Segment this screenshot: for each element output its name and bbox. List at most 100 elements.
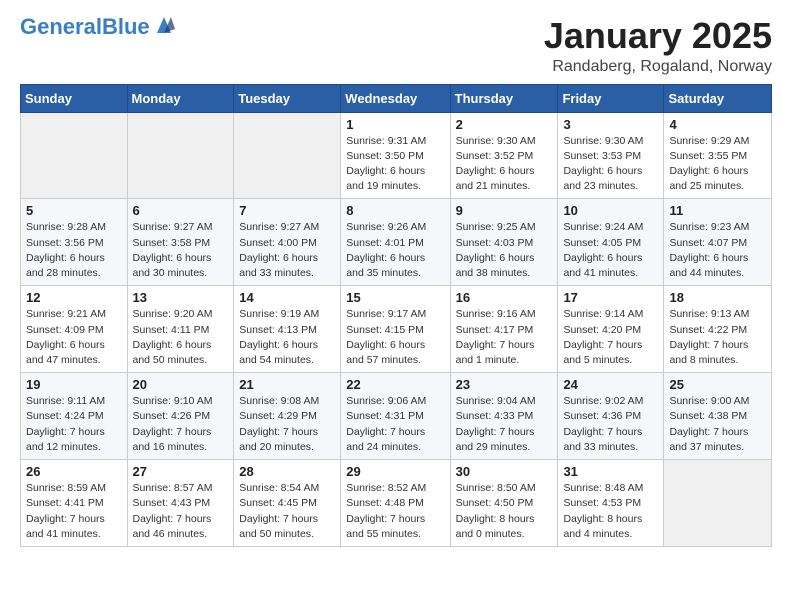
calendar-cell: 12 Sunrise: 9:21 AM Sunset: 4:09 PM Dayli… — [21, 286, 128, 373]
day-number: 30 — [456, 464, 553, 479]
day-number: 20 — [133, 377, 229, 392]
logo-text: GeneralBlue — [20, 16, 150, 38]
day-number: 18 — [669, 290, 766, 305]
calendar-cell: 5Sunrise: 9:28 AM Sunset: 3:56 PM Daylig… — [21, 199, 128, 286]
day-info: Sunrise: 9:11 AM Sunset: 4:24 PM Dayligh… — [26, 394, 122, 455]
logo-general: General — [20, 14, 102, 39]
day-info: Sunrise: 9:23 AM Sunset: 4:07 PM Dayligh… — [669, 220, 766, 281]
calendar-cell: 27 Sunrise: 8:57 AM Sunset: 4:43 PM Dayli… — [127, 460, 234, 547]
day-header-thursday: Thursday — [450, 84, 558, 112]
day-info: Sunrise: 9:00 AM Sunset: 4:38 PM Dayligh… — [669, 394, 766, 455]
calendar-cell: 31 Sunrise: 8:48 AM Sunset: 4:53 PM Dayli… — [558, 460, 664, 547]
main-title: January 2025 — [544, 16, 772, 56]
logo: GeneralBlue — [20, 16, 175, 38]
day-number: 15 — [346, 290, 444, 305]
day-number: 6 — [133, 203, 229, 218]
calendar-cell: 16Sunrise: 9:16 AM Sunset: 4:17 PM Dayli… — [450, 286, 558, 373]
day-info: Sunrise: 8:48 AM Sunset: 4:53 PM Dayligh… — [563, 481, 658, 542]
day-number: 17 — [563, 290, 658, 305]
week-row-5: 26 Sunrise: 8:59 AM Sunset: 4:41 PM Dayli… — [21, 460, 772, 547]
calendar-cell — [664, 460, 772, 547]
day-info: Sunrise: 9:25 AM Sunset: 4:03 PM Dayligh… — [456, 220, 553, 281]
day-header-friday: Friday — [558, 84, 664, 112]
day-header-monday: Monday — [127, 84, 234, 112]
day-header-saturday: Saturday — [664, 84, 772, 112]
day-info: Sunrise: 9:21 AM Sunset: 4:09 PM Dayligh… — [26, 307, 122, 368]
calendar-cell: 8 Sunrise: 9:26 AM Sunset: 4:01 PM Daylig… — [341, 199, 450, 286]
calendar-table: SundayMondayTuesdayWednesdayThursdayFrid… — [20, 84, 772, 547]
day-number: 31 — [563, 464, 658, 479]
day-number: 19 — [26, 377, 122, 392]
page: GeneralBlue January 2025 Randaberg, Roga… — [0, 0, 792, 563]
calendar-cell: 9Sunrise: 9:25 AM Sunset: 4:03 PM Daylig… — [450, 199, 558, 286]
calendar-cell: 25Sunrise: 9:00 AM Sunset: 4:38 PM Dayli… — [664, 373, 772, 460]
day-info: Sunrise: 9:27 AM Sunset: 3:58 PM Dayligh… — [133, 220, 229, 281]
day-number: 7 — [239, 203, 335, 218]
calendar-cell: 26 Sunrise: 8:59 AM Sunset: 4:41 PM Dayli… — [21, 460, 128, 547]
day-info: Sunrise: 9:02 AM Sunset: 4:36 PM Dayligh… — [563, 394, 658, 455]
calendar-body: 1 Sunrise: 9:31 AM Sunset: 3:50 PM Daylig… — [21, 112, 772, 546]
calendar-cell: 20 Sunrise: 9:10 AM Sunset: 4:26 PM Dayli… — [127, 373, 234, 460]
week-row-3: 12 Sunrise: 9:21 AM Sunset: 4:09 PM Dayli… — [21, 286, 772, 373]
day-number: 8 — [346, 203, 444, 218]
day-number: 27 — [133, 464, 229, 479]
day-header-wednesday: Wednesday — [341, 84, 450, 112]
calendar-cell: 24 Sunrise: 9:02 AM Sunset: 4:36 PM Dayli… — [558, 373, 664, 460]
day-info: Sunrise: 9:29 AM Sunset: 3:55 PM Dayligh… — [669, 134, 766, 195]
calendar-cell: 30 Sunrise: 8:50 AM Sunset: 4:50 PM Dayli… — [450, 460, 558, 547]
header: GeneralBlue January 2025 Randaberg, Roga… — [20, 16, 772, 76]
calendar-header: SundayMondayTuesdayWednesdayThursdayFrid… — [21, 84, 772, 112]
day-info: Sunrise: 9:04 AM Sunset: 4:33 PM Dayligh… — [456, 394, 553, 455]
day-info: Sunrise: 9:20 AM Sunset: 4:11 PM Dayligh… — [133, 307, 229, 368]
day-number: 13 — [133, 290, 229, 305]
calendar-cell: 2 Sunrise: 9:30 AM Sunset: 3:52 PM Daylig… — [450, 112, 558, 199]
day-number: 12 — [26, 290, 122, 305]
days-of-week-row: SundayMondayTuesdayWednesdayThursdayFrid… — [21, 84, 772, 112]
day-info: Sunrise: 9:26 AM Sunset: 4:01 PM Dayligh… — [346, 220, 444, 281]
day-info: Sunrise: 9:14 AM Sunset: 4:20 PM Dayligh… — [563, 307, 658, 368]
calendar-cell: 21 Sunrise: 9:08 AM Sunset: 4:29 PM Dayli… — [234, 373, 341, 460]
day-info: Sunrise: 9:10 AM Sunset: 4:26 PM Dayligh… — [133, 394, 229, 455]
calendar-cell — [127, 112, 234, 199]
calendar-cell: 29Sunrise: 8:52 AM Sunset: 4:48 PM Dayli… — [341, 460, 450, 547]
calendar-cell: 28Sunrise: 8:54 AM Sunset: 4:45 PM Dayli… — [234, 460, 341, 547]
day-info: Sunrise: 9:28 AM Sunset: 3:56 PM Dayligh… — [26, 220, 122, 281]
day-info: Sunrise: 8:54 AM Sunset: 4:45 PM Dayligh… — [239, 481, 335, 542]
day-info: Sunrise: 9:30 AM Sunset: 3:52 PM Dayligh… — [456, 134, 553, 195]
calendar-cell: 1 Sunrise: 9:31 AM Sunset: 3:50 PM Daylig… — [341, 112, 450, 199]
day-header-tuesday: Tuesday — [234, 84, 341, 112]
day-header-sunday: Sunday — [21, 84, 128, 112]
day-info: Sunrise: 8:50 AM Sunset: 4:50 PM Dayligh… — [456, 481, 553, 542]
day-info: Sunrise: 8:59 AM Sunset: 4:41 PM Dayligh… — [26, 481, 122, 542]
day-info: Sunrise: 9:31 AM Sunset: 3:50 PM Dayligh… — [346, 134, 444, 195]
day-number: 24 — [563, 377, 658, 392]
day-info: Sunrise: 9:13 AM Sunset: 4:22 PM Dayligh… — [669, 307, 766, 368]
day-info: Sunrise: 9:08 AM Sunset: 4:29 PM Dayligh… — [239, 394, 335, 455]
subtitle: Randaberg, Rogaland, Norway — [544, 58, 772, 76]
calendar-cell — [21, 112, 128, 199]
title-block: January 2025 Randaberg, Rogaland, Norway — [544, 16, 772, 76]
day-number: 3 — [563, 117, 658, 132]
day-number: 1 — [346, 117, 444, 132]
calendar-cell — [234, 112, 341, 199]
day-info: Sunrise: 8:57 AM Sunset: 4:43 PM Dayligh… — [133, 481, 229, 542]
calendar-cell: 23Sunrise: 9:04 AM Sunset: 4:33 PM Dayli… — [450, 373, 558, 460]
day-number: 29 — [346, 464, 444, 479]
day-number: 21 — [239, 377, 335, 392]
day-number: 14 — [239, 290, 335, 305]
calendar-cell: 10 Sunrise: 9:24 AM Sunset: 4:05 PM Dayli… — [558, 199, 664, 286]
day-number: 16 — [456, 290, 553, 305]
logo-blue: Blue — [102, 14, 150, 39]
week-row-1: 1 Sunrise: 9:31 AM Sunset: 3:50 PM Daylig… — [21, 112, 772, 199]
day-info: Sunrise: 9:19 AM Sunset: 4:13 PM Dayligh… — [239, 307, 335, 368]
calendar-cell: 13 Sunrise: 9:20 AM Sunset: 4:11 PM Dayli… — [127, 286, 234, 373]
calendar-cell: 19 Sunrise: 9:11 AM Sunset: 4:24 PM Dayli… — [21, 373, 128, 460]
calendar-cell: 4Sunrise: 9:29 AM Sunset: 3:55 PM Daylig… — [664, 112, 772, 199]
day-info: Sunrise: 9:30 AM Sunset: 3:53 PM Dayligh… — [563, 134, 658, 195]
day-number: 2 — [456, 117, 553, 132]
day-number: 10 — [563, 203, 658, 218]
day-number: 11 — [669, 203, 766, 218]
day-number: 26 — [26, 464, 122, 479]
day-info: Sunrise: 9:24 AM Sunset: 4:05 PM Dayligh… — [563, 220, 658, 281]
day-info: Sunrise: 9:06 AM Sunset: 4:31 PM Dayligh… — [346, 394, 444, 455]
